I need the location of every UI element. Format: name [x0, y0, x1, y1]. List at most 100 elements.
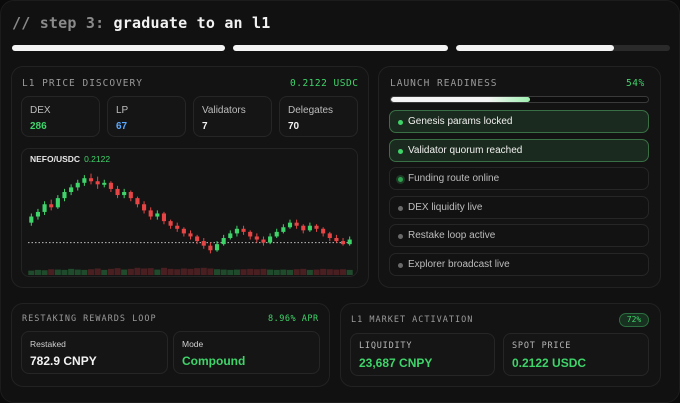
status-dot-icon [398, 263, 403, 268]
mode-label: Mode [182, 339, 204, 349]
volume-bar [107, 268, 114, 275]
step-progress-1 [12, 45, 225, 51]
volume-bar [240, 269, 247, 275]
volume-bar [260, 268, 267, 275]
step-progress-2 [233, 45, 448, 51]
mode-card: Mode Compound [173, 331, 320, 374]
status-dot-icon [398, 234, 403, 240]
candle-body [314, 225, 319, 229]
spot-price-label: SPOT PRICE [512, 341, 572, 351]
volume-bar [326, 269, 333, 275]
candlestick-chart [28, 173, 353, 275]
stat-validators: Validators 7 [193, 96, 272, 137]
candle-body [122, 192, 127, 196]
launch-readiness-bar-fill [391, 97, 530, 102]
volume-bar [320, 268, 327, 275]
candle-body [334, 238, 339, 242]
candle-body [281, 227, 286, 232]
volume-bar [227, 269, 234, 275]
spot-price-value: 0.2122 USDC [512, 356, 587, 370]
stat-validators-label: Validators [202, 105, 246, 116]
volume-bar [340, 269, 347, 275]
launch-readiness-label: LAUNCH READINESS [390, 78, 498, 89]
readiness-task: Validator quorum reached [389, 138, 649, 162]
stat-validators-value: 7 [202, 121, 208, 132]
volume-bar [180, 268, 187, 275]
status-dot-icon [398, 205, 403, 211]
volume-bar [81, 269, 88, 275]
volume-bar [167, 268, 174, 275]
restaking-apr: 8.96% APR [268, 314, 319, 324]
candle-body [75, 182, 80, 188]
volume-bar [54, 269, 61, 275]
candle-body [214, 244, 220, 251]
candle-body [254, 236, 259, 240]
volume-bar [68, 268, 75, 275]
candle-body [62, 192, 67, 199]
candle-body [102, 182, 107, 185]
candle-body [340, 241, 346, 245]
mode-value: Compound [182, 354, 246, 368]
volume-bar [280, 269, 287, 275]
candle-body [208, 245, 213, 251]
volume-bar [306, 269, 313, 275]
readiness-task: Explorer broadcast live [389, 253, 649, 276]
candle-body [29, 216, 34, 223]
status-dot-icon [398, 120, 403, 125]
candle-body [268, 236, 273, 243]
readiness-task: DEX liquidity live [389, 195, 649, 219]
stat-delegates: Delegates 70 [279, 96, 358, 137]
candle-body [228, 233, 233, 238]
candle-body [168, 221, 173, 226]
volume-bar [61, 269, 68, 275]
stat-delegates-label: Delegates [288, 105, 334, 116]
readiness-task-label: Validator quorum reached [408, 144, 523, 156]
stat-lp-label: LP [116, 105, 129, 116]
candle-body [115, 188, 120, 196]
candle-body [95, 181, 100, 185]
liquidity-card: LIQUIDITY 23,687 CNPY [350, 333, 495, 376]
readiness-task-label: Explorer broadcast live [408, 259, 510, 270]
candle-body [287, 222, 293, 228]
volume-bar [194, 268, 201, 275]
candle-body [148, 210, 153, 217]
volume-bar [127, 268, 134, 275]
volume-bar [147, 268, 154, 275]
step-title-main: graduate to an l1 [113, 14, 271, 32]
liquidity-label: LIQUIDITY [359, 341, 413, 351]
candle-body [234, 228, 239, 234]
step-progress-3-fill [456, 45, 615, 51]
volume-bar [28, 270, 35, 275]
volume-bar [293, 269, 300, 275]
restaked-value: 782.9 CNPY [30, 354, 97, 368]
volume-bar [267, 269, 274, 275]
candle-body [321, 228, 326, 234]
volume-bar [200, 267, 207, 275]
stat-lp-value: 67 [116, 121, 128, 132]
candle-body [49, 204, 54, 208]
volume-bar [273, 269, 280, 275]
readiness-task: Genesis params locked [389, 110, 649, 133]
candle-body [82, 178, 87, 183]
volume-bar [253, 269, 260, 275]
price-discovery-label: L1 PRICE DISCOVERY [22, 78, 143, 89]
candle-body [128, 192, 133, 199]
volume-bar [207, 268, 214, 275]
spot-price-card: SPOT PRICE 0.2122 USDC [503, 333, 649, 376]
status-dot-icon [398, 148, 403, 154]
launch-readiness-percent: 54% [626, 78, 645, 89]
volume-bar [300, 268, 307, 275]
candle-body [142, 204, 147, 211]
restaked-label: Restaked [30, 339, 66, 349]
volume-bar [74, 269, 81, 275]
candle-body [294, 222, 299, 226]
volume-bar [220, 269, 227, 275]
launch-readiness-bar [390, 96, 649, 103]
market-activation-badge: 72% [619, 313, 649, 327]
step-title: // step 3: graduate to an l1 [12, 14, 270, 32]
volume-bar [94, 268, 101, 275]
candle-body [108, 182, 113, 189]
volume-bar [114, 268, 121, 275]
volume-bar [48, 269, 55, 275]
volume-bar [134, 267, 141, 275]
